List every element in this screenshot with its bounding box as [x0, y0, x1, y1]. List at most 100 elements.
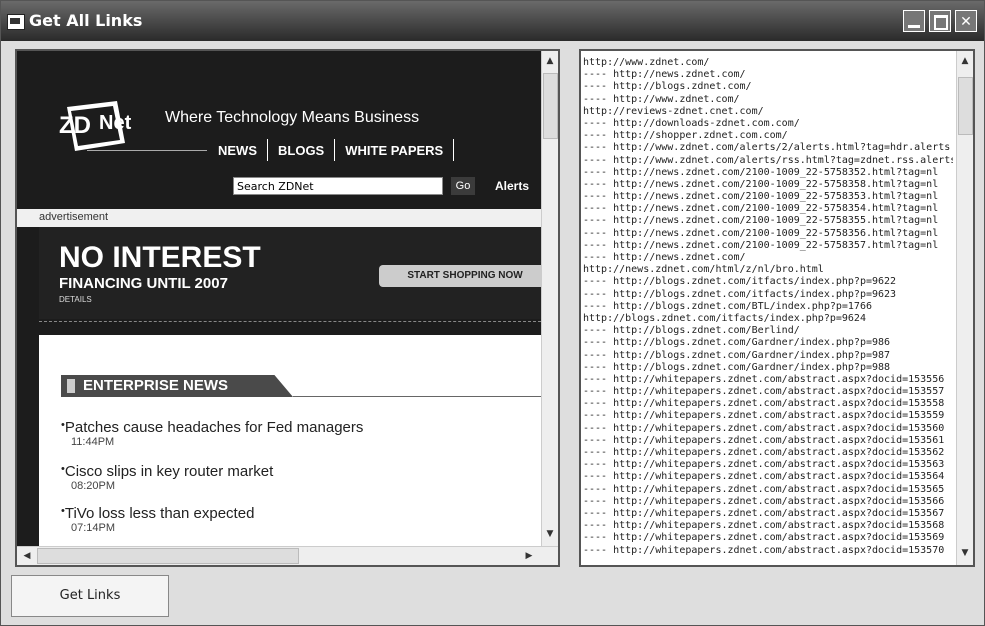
link-item[interactable]: http://blogs.zdnet.com/itfacts/index.php…: [583, 313, 953, 325]
web-browser-panel[interactable]: ZD Net Where Technology Means Business N…: [15, 49, 560, 567]
link-item[interactable]: ---- http://blogs.zdnet.com/: [583, 81, 953, 93]
web-page: ZD Net Where Technology Means Business N…: [17, 51, 541, 546]
news-title[interactable]: TiVo loss less than expected: [61, 505, 255, 522]
link-item[interactable]: ---- http://whitepapers.zdnet.com/abstra…: [583, 423, 953, 435]
scroll-thumb[interactable]: [543, 73, 558, 139]
link-item[interactable]: ---- http://www.zdnet.com/: [583, 94, 953, 106]
scroll-up-arrow-icon[interactable]: ▲: [957, 53, 973, 69]
link-item[interactable]: ---- http://whitepapers.zdnet.com/abstra…: [583, 386, 953, 398]
link-item[interactable]: ---- http://whitepapers.zdnet.com/abstra…: [583, 545, 953, 557]
link-item[interactable]: ---- http://whitepapers.zdnet.com/abstra…: [583, 496, 953, 508]
browser-horizontal-scrollbar[interactable]: ◀ ▶: [17, 546, 558, 565]
search-go-button[interactable]: Go: [451, 177, 475, 195]
horizontal-scroll-thumb[interactable]: [37, 548, 299, 564]
scroll-right-arrow-icon[interactable]: ▶: [521, 548, 537, 564]
link-item[interactable]: ---- http://news.zdnet.com/2100-1009_22-…: [583, 215, 953, 227]
link-item[interactable]: ---- http://news.zdnet.com/2100-1009_22-…: [583, 191, 953, 203]
news-title[interactable]: Patches cause headaches for Fed managers: [61, 419, 364, 436]
link-item[interactable]: ---- http://whitepapers.zdnet.com/abstra…: [583, 471, 953, 483]
link-item[interactable]: ---- http://blogs.zdnet.com/BTL/index.ph…: [583, 301, 953, 313]
link-item[interactable]: ---- http://news.zdnet.com/2100-1009_22-…: [583, 240, 953, 252]
links-list-panel[interactable]: http://www.zdnet.com/---- http://news.zd…: [579, 49, 975, 567]
scroll-up-arrow-icon[interactable]: ▲: [542, 53, 558, 69]
scroll-thumb[interactable]: [958, 77, 973, 135]
scroll-left-arrow-icon[interactable]: ◀: [19, 548, 35, 564]
zdnet-logo[interactable]: ZD Net: [47, 99, 157, 161]
title-bar[interactable]: Get All Links ✕: [1, 1, 984, 41]
link-item[interactable]: ---- http://whitepapers.zdnet.com/abstra…: [583, 398, 953, 410]
news-item[interactable]: Patches cause headaches for Fed managers…: [61, 419, 364, 448]
section-underline: [293, 396, 541, 397]
nav-divider-line: [87, 150, 207, 151]
nav-link-blogs[interactable]: BLOGS: [272, 143, 330, 158]
link-item[interactable]: ---- http://news.zdnet.com/2100-1009_22-…: [583, 228, 953, 240]
scroll-down-arrow-icon[interactable]: ▼: [542, 526, 558, 542]
browser-vertical-scrollbar[interactable]: ▲ ▼: [541, 51, 558, 546]
link-item[interactable]: http://news.zdnet.com/html/z/nl/bro.html: [583, 264, 953, 276]
alerts-link[interactable]: Alerts: [495, 179, 529, 193]
link-item[interactable]: ---- http://news.zdnet.com/2100-1009_22-…: [583, 179, 953, 191]
link-item[interactable]: ---- http://whitepapers.zdnet.com/abstra…: [583, 508, 953, 520]
nav-separator: [453, 139, 455, 161]
advertisement-label: advertisement: [39, 211, 109, 223]
nav-link-white-papers[interactable]: WHITE PAPERS: [339, 143, 449, 158]
news-item[interactable]: TiVo loss less than expected 07:14PM: [61, 505, 255, 534]
minimize-icon: [908, 25, 920, 28]
section-heading: ENTERPRISE NEWS: [61, 375, 293, 397]
link-item[interactable]: ---- http://whitepapers.zdnet.com/abstra…: [583, 459, 953, 471]
link-item[interactable]: ---- http://blogs.zdnet.com/Gardner/inde…: [583, 362, 953, 374]
news-time: 07:14PM: [71, 522, 116, 534]
start-shopping-button[interactable]: START SHOPPING NOW: [379, 265, 541, 287]
link-item[interactable]: ---- http://whitepapers.zdnet.com/abstra…: [583, 532, 953, 544]
link-item[interactable]: http://reviews-zdnet.cnet.com/: [583, 106, 953, 118]
link-item[interactable]: ---- http://downloads-zdnet.com.com/: [583, 118, 953, 130]
link-item[interactable]: ---- http://whitepapers.zdnet.com/abstra…: [583, 484, 953, 496]
close-button[interactable]: ✕: [955, 10, 977, 32]
news-title[interactable]: Cisco slips in key router market: [61, 463, 273, 480]
link-item[interactable]: ---- http://news.zdnet.com/: [583, 69, 953, 81]
nav-link-news[interactable]: NEWS: [212, 143, 263, 158]
link-item[interactable]: ---- http://blogs.zdnet.com/Berlind/: [583, 325, 953, 337]
svg-text:ZD: ZD: [59, 112, 91, 139]
link-item[interactable]: ---- http://www.zdnet.com/alerts/rss.htm…: [583, 155, 953, 167]
maximize-button[interactable]: [929, 10, 951, 32]
advertisement-bar: advertisement: [17, 209, 541, 227]
link-item[interactable]: ---- http://whitepapers.zdnet.com/abstra…: [583, 520, 953, 532]
banner-subtitle: FINANCING UNTIL 2007: [59, 275, 228, 292]
news-time: 11:44PM: [71, 436, 115, 448]
link-item[interactable]: ---- http://shopper.zdnet.com.com/: [583, 130, 953, 142]
app-window: Get All Links ✕ ZD Net Where Technology …: [0, 0, 985, 626]
news-time: 08:20PM: [71, 480, 116, 492]
minimize-button[interactable]: [903, 10, 925, 32]
window-title: Get All Links: [29, 11, 143, 30]
link-item[interactable]: ---- http://blogs.zdnet.com/itfacts/inde…: [583, 276, 953, 288]
link-item[interactable]: ---- http://whitepapers.zdnet.com/abstra…: [583, 374, 953, 386]
site-header: ZD Net Where Technology Means Business N…: [17, 51, 541, 231]
banner-divider: [39, 321, 541, 322]
link-item[interactable]: ---- http://whitepapers.zdnet.com/abstra…: [583, 447, 953, 459]
link-item[interactable]: ---- http://news.zdnet.com/2100-1009_22-…: [583, 167, 953, 179]
get-links-button[interactable]: Get Links: [11, 575, 169, 617]
link-item[interactable]: ---- http://news.zdnet.com/2100-1009_22-…: [583, 203, 953, 215]
scroll-down-arrow-icon[interactable]: ▼: [957, 545, 973, 561]
link-item[interactable]: ---- http://blogs.zdnet.com/itfacts/inde…: [583, 289, 953, 301]
link-item[interactable]: ---- http://whitepapers.zdnet.com/abstra…: [583, 435, 953, 447]
ad-banner[interactable]: NO INTEREST FINANCING UNTIL 2007 DETAILS…: [39, 227, 541, 319]
link-item[interactable]: ---- http://whitepapers.zdnet.com/abstra…: [583, 410, 953, 422]
link-item[interactable]: http://www.zdnet.com/: [583, 57, 953, 69]
page-content: ENTERPRISE NEWS Patches cause headaches …: [39, 335, 541, 546]
maximize-icon: [934, 15, 948, 30]
link-item[interactable]: ---- http://blogs.zdnet.com/Gardner/inde…: [583, 350, 953, 362]
nav-separator: [267, 139, 268, 161]
link-item[interactable]: ---- http://blogs.zdnet.com/Gardner/inde…: [583, 337, 953, 349]
links-list: http://www.zdnet.com/---- http://news.zd…: [583, 57, 953, 557]
site-search-input[interactable]: [233, 177, 443, 195]
banner-title: NO INTEREST: [59, 241, 261, 274]
link-item[interactable]: ---- http://news.zdnet.com/: [583, 252, 953, 264]
link-item[interactable]: ---- http://www.zdnet.com/alerts/2/alert…: [583, 142, 953, 154]
links-vertical-scrollbar[interactable]: ▲ ▼: [956, 51, 973, 565]
news-item[interactable]: Cisco slips in key router market 08:20PM: [61, 463, 273, 492]
svg-text:Net: Net: [99, 112, 132, 134]
app-icon: [7, 14, 25, 30]
banner-details: DETAILS: [59, 295, 92, 304]
